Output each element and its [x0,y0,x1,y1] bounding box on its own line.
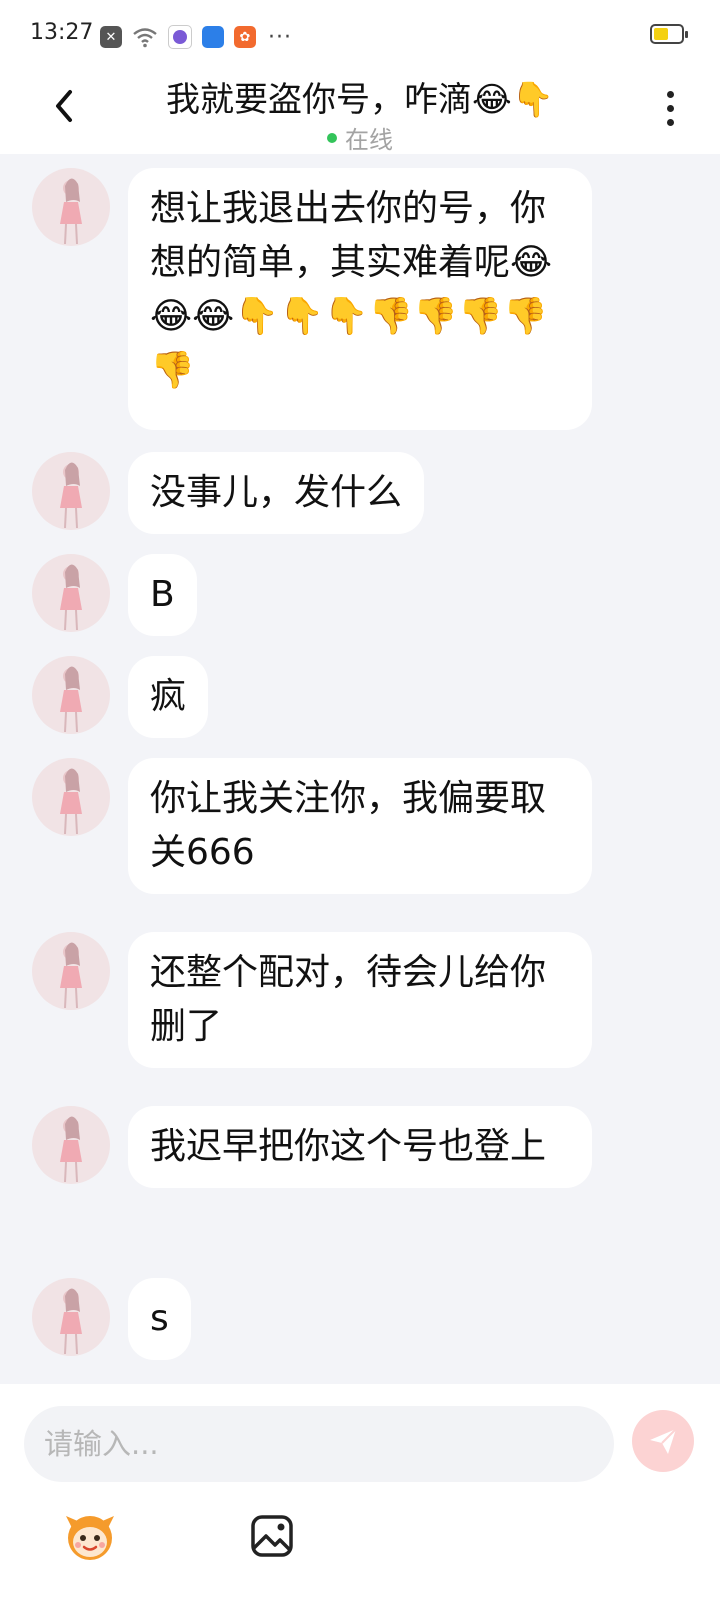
avatar[interactable] [32,656,110,734]
more-options-button[interactable] [650,84,690,132]
more-dot [666,118,674,126]
message-bubble[interactable]: 还整个配对，待会儿给你删了 [128,932,592,1068]
avatar[interactable] [32,1106,110,1184]
app-icon-blue [202,26,224,48]
message-list[interactable]: 想让我退出去你的号，你想的简单，其实难着呢😂😂😂👇👇👇👎👎👎👎👎 没事儿，发什么… [0,154,720,1384]
message-row: s [32,1278,191,1360]
image-icon [251,1515,293,1557]
message-row: 我迟早把你这个号也登上 [32,1106,592,1188]
avatar[interactable] [32,932,110,1010]
chat-header: 我就要盗你号，咋滴😂👇 在线 [0,72,720,154]
message-row: 没事儿，发什么 [32,452,425,534]
send-button[interactable] [632,1410,694,1472]
avatar[interactable] [32,1278,110,1356]
battery-level [654,28,668,40]
message-bubble[interactable]: 你让我关注你，我偏要取关666 [128,758,592,894]
status-icons: ✕ ✿ ··· [100,24,292,50]
message-row: 还整个配对，待会儿给你删了 [32,932,592,1068]
online-status-label: 在线 [345,126,393,154]
message-row: 疯 [32,656,209,738]
mascot-emoji-icon [66,1516,114,1560]
message-row: 想让我退出去你的号，你想的简单，其实难着呢😂😂😂👇👇👇👎👎👎👎👎 [32,168,592,430]
image-button[interactable] [248,1512,296,1560]
more-dot [666,90,674,98]
online-status: 在线 [0,120,720,155]
avatar[interactable] [32,452,110,530]
battery-icon [650,24,688,44]
status-bar: 13:27 ✕ ✿ ··· [0,0,720,72]
message-input[interactable] [24,1406,614,1482]
composer-bar [0,1384,720,1600]
close-notification-icon: ✕ [100,26,122,48]
message-bubble[interactable]: 疯 [128,656,209,738]
emoji-button[interactable] [62,1508,118,1564]
app-icon-orange: ✿ [234,26,256,48]
avatar[interactable] [32,168,110,246]
message-bubble[interactable]: s [128,1278,191,1360]
online-dot-icon [327,133,337,143]
status-time: 13:27 [30,20,94,45]
message-bubble[interactable]: B [128,554,197,636]
more-dot [666,104,674,112]
message-row: B [32,554,197,636]
send-icon [650,1428,677,1454]
message-row: 你让我关注你，我偏要取关666 [32,758,592,894]
message-bubble[interactable]: 没事儿，发什么 [128,452,425,534]
message-bubble[interactable]: 我迟早把你这个号也登上 [128,1106,592,1188]
message-bubble[interactable]: 想让我退出去你的号，你想的简单，其实难着呢😂😂😂👇👇👇👎👎👎👎👎 [128,168,592,430]
status-more-icon: ··· [268,24,292,50]
app-icon-purple [168,25,192,49]
avatar[interactable] [32,758,110,836]
avatar[interactable] [32,554,110,632]
chat-title: 我就要盗你号，咋滴😂👇 [165,80,555,120]
wifi-icon [132,26,158,48]
